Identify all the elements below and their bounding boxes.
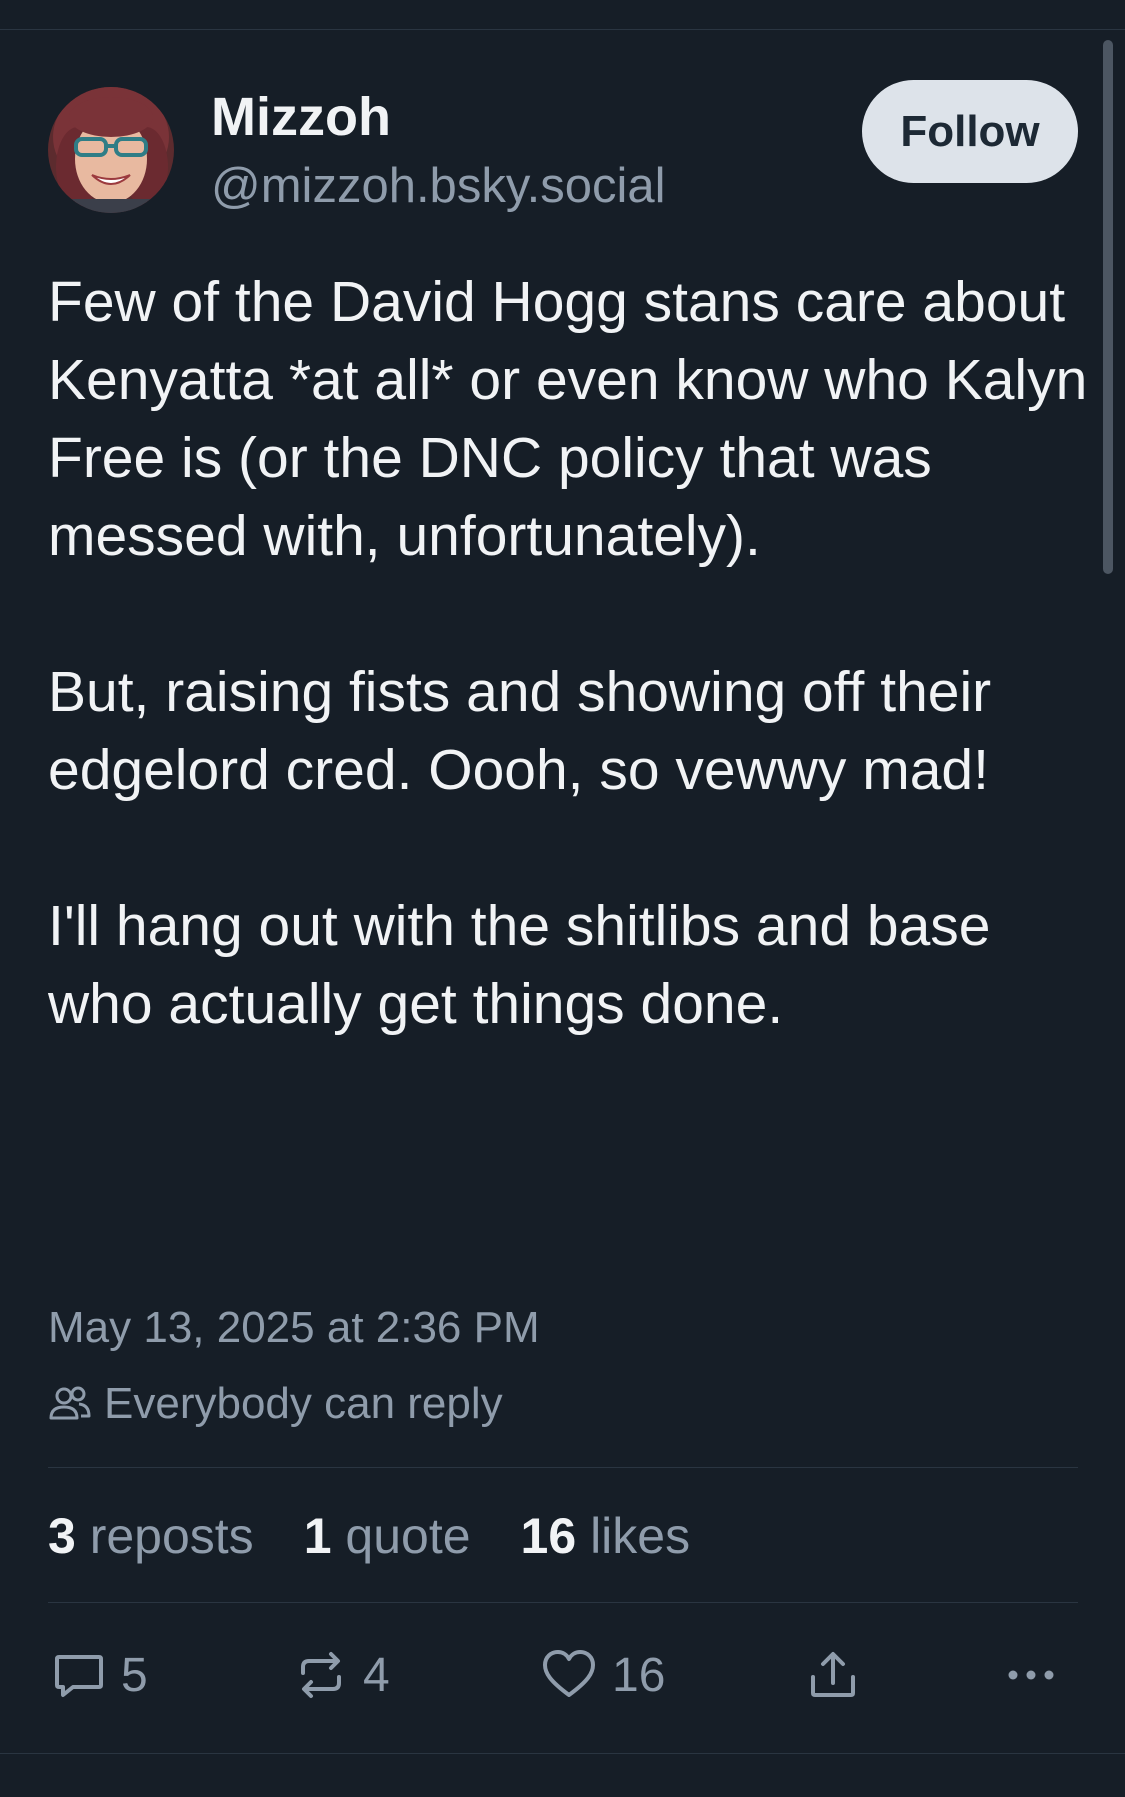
post-timestamp[interactable]: May 13, 2025 at 2:36 PM <box>48 1300 540 1356</box>
action-bar: 5 4 16 <box>48 1640 1088 1710</box>
reposts-label: reposts <box>89 1508 254 1564</box>
people-icon <box>48 1384 92 1424</box>
post-paragraph: Few of the David Hogg stans care about K… <box>48 270 1088 568</box>
more-options-button[interactable] <box>1003 1640 1059 1710</box>
reply-count: 5 <box>121 1648 148 1702</box>
divider <box>48 1467 1078 1468</box>
share-upload-icon <box>805 1647 861 1703</box>
likes-count: 16 <box>520 1508 577 1564</box>
quotes-stat[interactable]: 1 quote <box>304 1505 471 1567</box>
reposts-stat[interactable]: 3 reposts <box>48 1505 254 1567</box>
like-button[interactable]: 16 <box>540 1640 665 1710</box>
reply-setting: Everybody can reply <box>48 1376 503 1432</box>
likes-stat[interactable]: 16 likes <box>521 1505 691 1567</box>
author-avatar[interactable] <box>48 87 174 213</box>
reply-bubble-icon <box>51 1647 107 1703</box>
repost-button[interactable]: 4 <box>293 1640 390 1710</box>
share-button[interactable] <box>805 1640 861 1710</box>
engagement-stats: 3 reposts 1 quote 16 likes <box>48 1505 690 1567</box>
post-paragraph: I'll hang out with the shitlibs and base… <box>48 894 991 1036</box>
likes-label: likes <box>590 1508 691 1564</box>
top-divider <box>0 29 1125 30</box>
post-text: Few of the David Hogg stans care about K… <box>48 263 1093 1043</box>
scrollbar[interactable] <box>1103 40 1113 574</box>
repost-count: 4 <box>363 1648 390 1702</box>
heart-icon <box>540 1647 598 1703</box>
repost-arrows-icon <box>293 1647 349 1703</box>
quotes-count: 1 <box>303 1508 332 1564</box>
more-dots-icon <box>1003 1647 1059 1703</box>
divider <box>48 1602 1078 1603</box>
post-paragraph: But, raising fists and showing off their… <box>48 660 992 802</box>
avatar-image <box>48 87 174 213</box>
quotes-label: quote <box>345 1508 471 1564</box>
reply-button[interactable]: 5 <box>51 1640 148 1710</box>
bottom-divider <box>0 1753 1125 1754</box>
follow-button[interactable]: Follow <box>862 80 1078 183</box>
reply-setting-label: Everybody can reply <box>104 1379 503 1428</box>
author-handle[interactable]: @mizzoh.bsky.social <box>211 157 666 215</box>
like-count: 16 <box>612 1648 666 1702</box>
author-name[interactable]: Mizzoh <box>211 86 391 148</box>
reposts-count: 3 <box>48 1508 76 1564</box>
